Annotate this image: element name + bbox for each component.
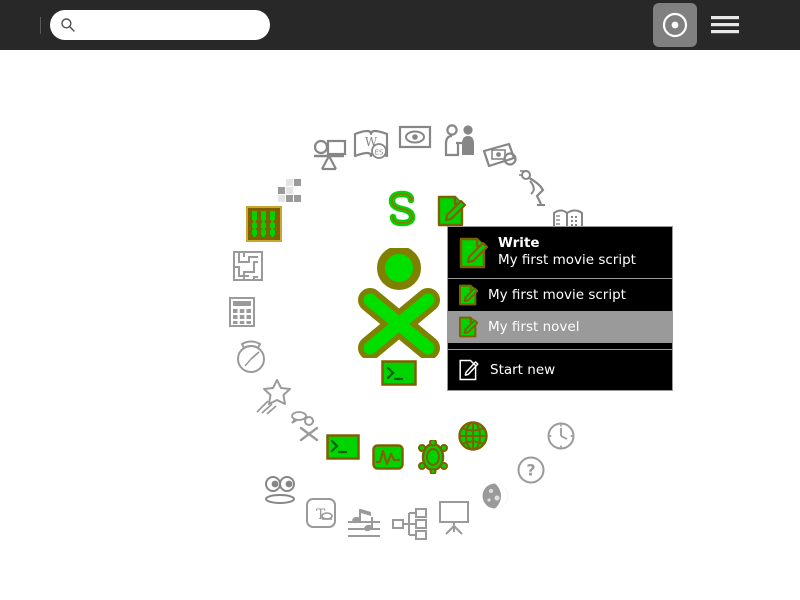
- maze-icon[interactable]: [232, 250, 264, 282]
- palette-item-label: My first movie script: [488, 287, 626, 303]
- chat-person-icon[interactable]: [288, 410, 322, 444]
- current-activity-terminal-icon[interactable]: [381, 360, 417, 386]
- blocks-icon[interactable]: [276, 178, 310, 208]
- palette-title: Write: [498, 235, 540, 251]
- palette-header: Write My first movie script: [448, 227, 672, 278]
- clock-icon[interactable]: [547, 422, 575, 450]
- node-tree-icon[interactable]: [392, 508, 428, 542]
- palette-item-label: My first novel: [488, 319, 580, 335]
- oscilloscope-icon[interactable]: [372, 444, 404, 470]
- text-image-icon[interactable]: T: [305, 497, 337, 529]
- question-icon[interactable]: ?: [517, 456, 545, 484]
- ring-view-button[interactable]: [653, 3, 697, 47]
- terminal-icon[interactable]: [326, 434, 360, 460]
- xo-logo[interactable]: [352, 248, 447, 358]
- palette-item-my-first-movie-script[interactable]: My first movie script: [448, 279, 672, 311]
- svg-text:ES: ES: [375, 149, 384, 157]
- record-icon[interactable]: [310, 138, 348, 176]
- calculator-icon[interactable]: [228, 296, 256, 328]
- search-text-cursor: [40, 17, 41, 34]
- write-icon: [459, 237, 488, 269]
- palette-subtitle: My first movie script: [498, 252, 636, 268]
- music-notes-icon[interactable]: [346, 508, 382, 542]
- snake-s-icon[interactable]: [384, 190, 420, 228]
- abacus-icon[interactable]: [246, 206, 282, 242]
- search-icon: [61, 18, 75, 32]
- presentation-icon[interactable]: [437, 500, 471, 536]
- jumping-figure-icon[interactable]: [517, 168, 557, 210]
- turtle-icon[interactable]: [417, 440, 449, 474]
- write-icon: [459, 316, 478, 338]
- moon-icon[interactable]: [481, 482, 509, 510]
- write-activity-palette: Write My first movie script My first mov…: [447, 226, 673, 391]
- write-icon: [459, 284, 478, 306]
- wikipedia-es-icon[interactable]: W ES: [351, 126, 391, 166]
- list-view-icon: [711, 16, 739, 34]
- palette-item-label: Start new: [490, 362, 556, 378]
- globe-icon[interactable]: [458, 421, 488, 451]
- write-icon[interactable]: [436, 195, 466, 227]
- start-new-icon: [459, 359, 479, 381]
- svg-text:T: T: [316, 507, 326, 523]
- palette-item-start-new[interactable]: Start new: [448, 350, 672, 390]
- ring-view-icon: [662, 12, 688, 38]
- search-input[interactable]: [82, 14, 260, 36]
- search-box[interactable]: [50, 10, 270, 40]
- palette-item-my-first-novel[interactable]: My first novel: [448, 311, 672, 343]
- money-icon[interactable]: [481, 140, 519, 174]
- eye-icon[interactable]: [398, 123, 432, 151]
- top-toolbar: [0, 0, 800, 50]
- two-people-icon[interactable]: [444, 124, 476, 162]
- stopwatch-icon[interactable]: [234, 338, 268, 374]
- svg-text:?: ?: [526, 461, 535, 480]
- shooting-star-icon[interactable]: [253, 376, 293, 416]
- list-view-button[interactable]: [703, 3, 747, 47]
- eyes-mouth-icon[interactable]: [262, 475, 298, 507]
